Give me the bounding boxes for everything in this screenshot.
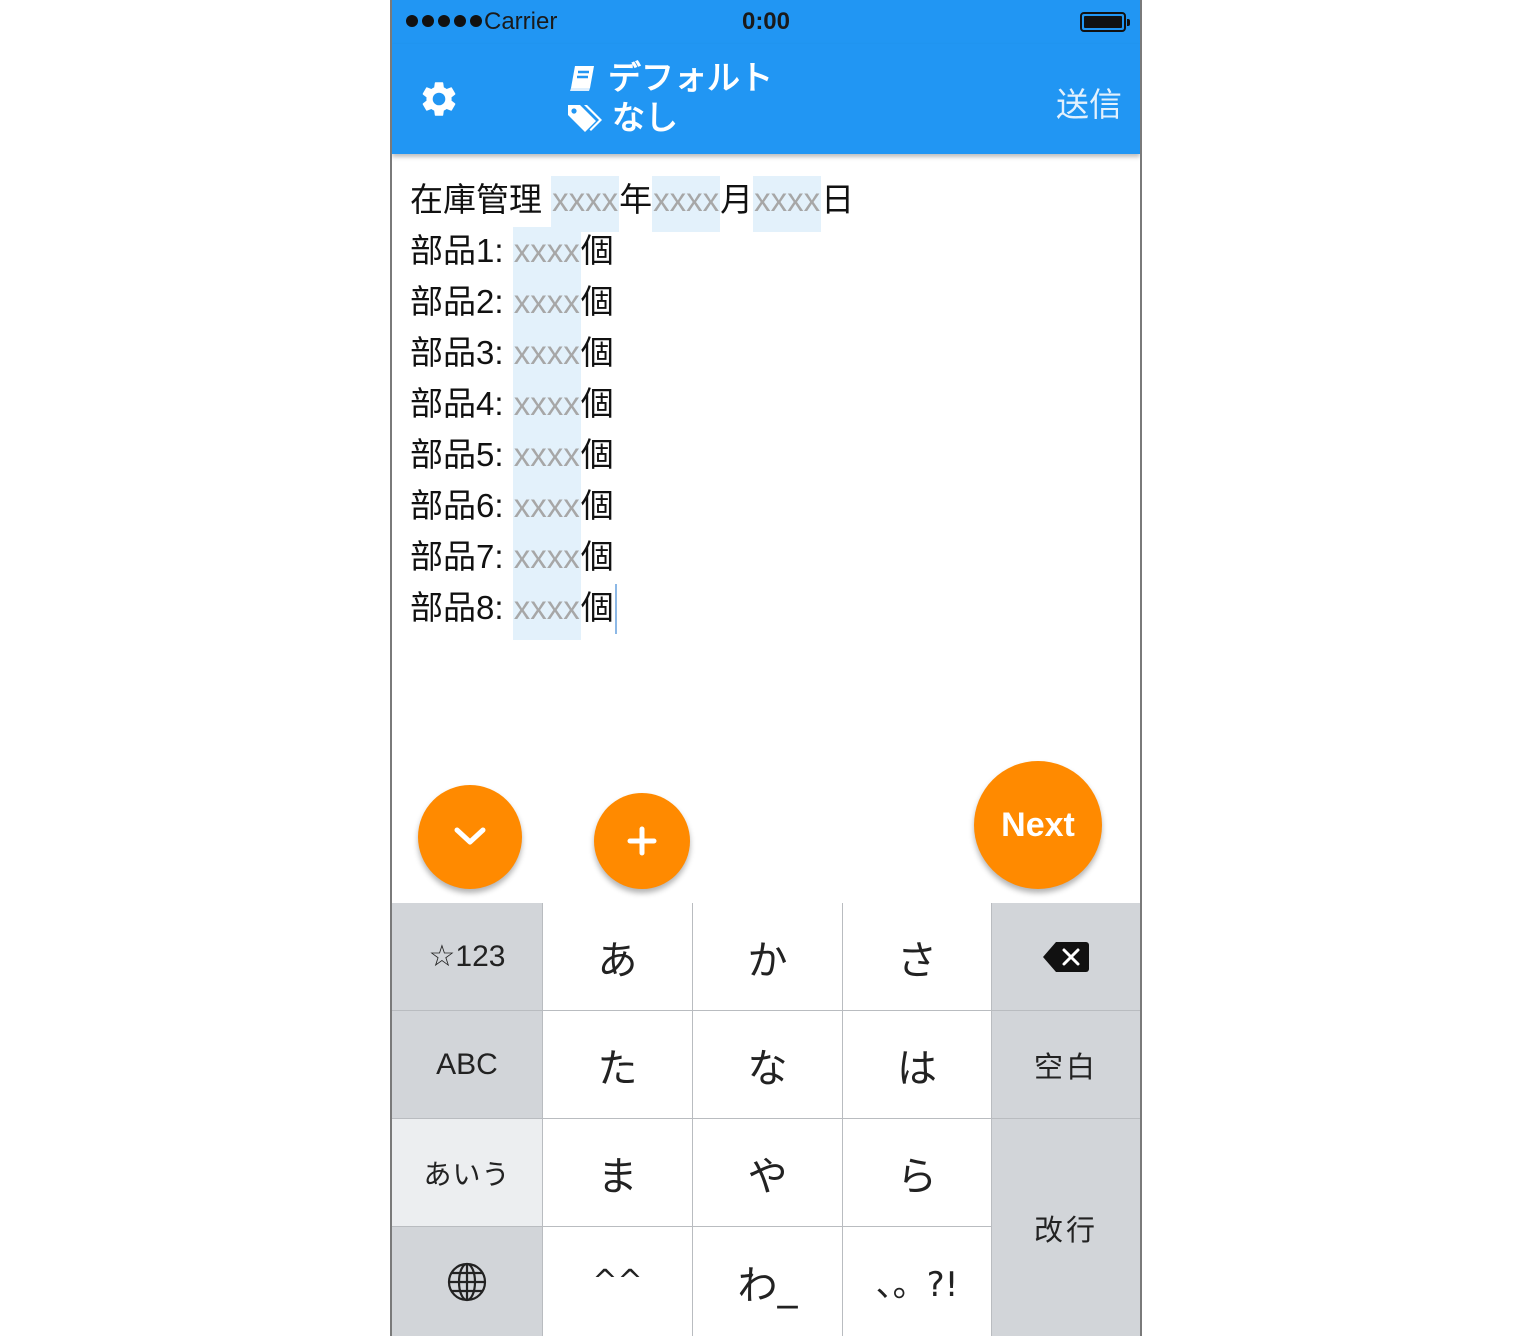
quantity-placeholder[interactable]: xxxx — [512, 329, 581, 385]
plus-icon — [627, 826, 657, 856]
abc-key[interactable]: ABC — [392, 1011, 542, 1118]
keyboard-divider — [842, 903, 843, 1336]
keyboard-divider — [991, 903, 992, 1336]
unit-label: 個 — [580, 436, 614, 473]
send-button[interactable]: 送信 — [1056, 78, 1122, 126]
quantity-placeholder[interactable]: xxxx — [512, 584, 581, 640]
month-label: 月 — [720, 181, 754, 218]
quantity-placeholder[interactable]: xxxx — [512, 482, 581, 538]
part-label: 部品6: — [410, 487, 513, 524]
quantity-placeholder[interactable]: xxxx — [512, 227, 581, 283]
add-button[interactable] — [594, 793, 690, 889]
unit-label: 個 — [580, 385, 614, 422]
quantity-placeholder[interactable]: xxxx — [512, 533, 581, 589]
keyboard-divider — [392, 1226, 992, 1227]
part-label: 部品4: — [410, 385, 513, 422]
text-caret — [614, 584, 617, 634]
backspace-key[interactable] — [992, 903, 1140, 1010]
unit-label: 個 — [580, 283, 614, 320]
notebook-icon — [570, 66, 594, 91]
battery-icon — [1080, 12, 1130, 32]
nav-title[interactable]: デフォルト なし — [566, 58, 773, 138]
unit-label: 個 — [580, 589, 614, 626]
part-label: 部品2: — [410, 283, 513, 320]
year-placeholder[interactable]: xxxx — [551, 176, 620, 232]
title-text: 在庫管理 — [410, 181, 552, 218]
kana-key-ra[interactable]: ら — [843, 1119, 991, 1226]
keyboard-divider — [392, 1118, 1140, 1119]
nav-bar: デフォルト なし 送信 — [392, 44, 1140, 154]
hide-keyboard-button[interactable] — [418, 785, 522, 889]
emoticon-key[interactable]: ^^ — [543, 1227, 692, 1336]
part-line: 部品4: xxxx個 — [410, 380, 854, 436]
part-line: 部品8: xxxx個 — [410, 584, 854, 640]
quantity-placeholder[interactable]: xxxx — [512, 380, 581, 436]
space-key[interactable]: 空白 — [992, 1011, 1140, 1118]
symbols-key[interactable]: ☆123 — [392, 903, 542, 1010]
tag-name: なし — [612, 98, 678, 137]
kana-key-ka[interactable]: か — [693, 903, 842, 1010]
keyboard-divider — [542, 903, 543, 1336]
part-line: 部品5: xxxx個 — [410, 431, 854, 487]
day-label: 日 — [821, 181, 855, 218]
unit-label: 個 — [580, 538, 614, 575]
quantity-placeholder[interactable]: xxxx — [512, 278, 581, 334]
year-label: 年 — [619, 181, 653, 218]
keyboard-divider — [392, 1010, 1140, 1011]
unit-label: 個 — [580, 487, 614, 524]
part-line: 部品1: xxxx個 — [410, 227, 854, 283]
kana-key-ta[interactable]: た — [543, 1011, 692, 1118]
next-button[interactable]: Next — [974, 761, 1102, 889]
kana-key-wa[interactable]: わ_ — [693, 1227, 842, 1336]
part-line: 部品3: xxxx個 — [410, 329, 854, 385]
keyboard-divider — [692, 903, 693, 1336]
day-placeholder[interactable]: xxxx — [753, 176, 822, 232]
punctuation-key[interactable]: 、。?! — [843, 1227, 991, 1336]
kana-key-ma[interactable]: ま — [543, 1119, 692, 1226]
backspace-icon — [1043, 941, 1089, 972]
part-line: 部品2: xxxx個 — [410, 278, 854, 334]
chevron-down-icon — [454, 827, 486, 845]
month-placeholder[interactable]: xxxx — [652, 176, 721, 232]
part-line: 部品6: xxxx個 — [410, 482, 854, 538]
japanese-keyboard: ☆123 ABC あいう あ か さ た な は ま や ら ^^ わ_ 、。?… — [392, 903, 1140, 1336]
kana-key-a[interactable]: あ — [543, 903, 692, 1010]
unit-label: 個 — [580, 334, 614, 371]
kana-key-ha[interactable]: は — [843, 1011, 991, 1118]
unit-label: 個 — [580, 232, 614, 269]
part-label: 部品1: — [410, 232, 513, 269]
globe-icon — [447, 1262, 487, 1301]
template-editor[interactable]: 在庫管理 xxxx年xxxx月xxxx日 部品1: xxxx個 部品2: xxx… — [410, 176, 855, 640]
notebook-name: デフォルト — [608, 58, 773, 97]
kana-key-ya[interactable]: や — [693, 1119, 842, 1226]
part-line: 部品7: xxxx個 — [410, 533, 854, 589]
return-key[interactable]: 改行 — [992, 1119, 1140, 1336]
part-label: 部品7: — [410, 538, 513, 575]
phone-screen: Carrier 0:00 デフォルト なし 送信 在庫管理 xxxx年xxxx月… — [390, 0, 1142, 1336]
kana-key-na[interactable]: な — [693, 1011, 842, 1118]
part-label: 部品3: — [410, 334, 513, 371]
status-time: 0:00 — [741, 8, 791, 35]
globe-key[interactable] — [392, 1227, 542, 1336]
settings-gear-icon[interactable] — [418, 78, 460, 120]
status-bar: Carrier 0:00 — [392, 0, 1140, 44]
hiragana-mode-key[interactable]: あいう — [392, 1119, 542, 1226]
editor-title-line: 在庫管理 xxxx年xxxx月xxxx日 — [410, 176, 855, 232]
quantity-placeholder[interactable]: xxxx — [512, 431, 581, 487]
kana-key-sa[interactable]: さ — [843, 903, 991, 1010]
tag-icon — [568, 105, 602, 132]
part-label: 部品5: — [410, 436, 513, 473]
part-label: 部品8: — [410, 589, 513, 626]
